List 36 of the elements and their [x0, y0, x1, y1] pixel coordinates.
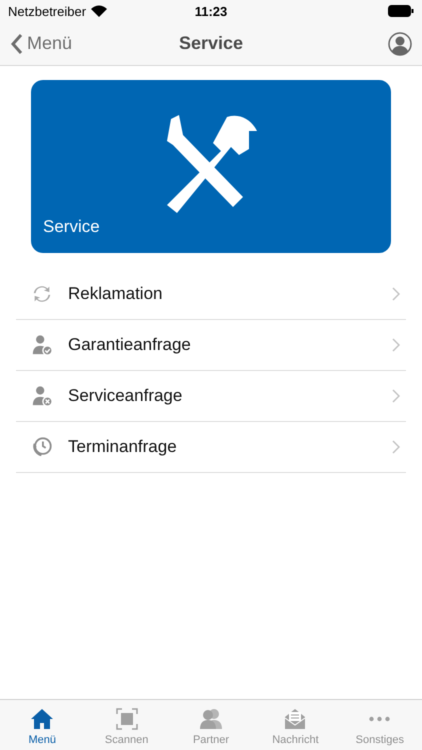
tab-item[interactable]: Nachricht [253, 700, 338, 750]
scan-icon [114, 707, 139, 731]
status-time: 11:23 [194, 4, 228, 18]
envelope-icon [283, 707, 308, 731]
tab-item[interactable]: Menü [0, 700, 84, 750]
row-label: Terminanfrage [68, 437, 178, 457]
tab-item[interactable]: Partner [168, 700, 254, 750]
chevron-left-icon [10, 32, 23, 54]
chevron-right-icon [392, 389, 400, 403]
row-label: Garantieanfrage [68, 335, 192, 355]
carrier-name: Netzbetreiber [8, 4, 86, 18]
tab-item[interactable]: Sonstiges [338, 700, 422, 750]
wifi-icon [91, 5, 108, 17]
tab-item[interactable]: Scannen [84, 700, 169, 750]
back-link[interactable]: Menü [10, 32, 72, 54]
chevron-right-icon [392, 287, 400, 301]
clock-phone-icon [31, 436, 53, 458]
chevron-right-icon [392, 440, 400, 454]
page-title: Service [178, 33, 244, 54]
menu-row[interactable]: Garantieanfrage [16, 320, 406, 371]
service-banner[interactable]: Service [31, 80, 391, 253]
banner-label: Service [43, 217, 100, 237]
home-icon [30, 707, 54, 731]
menu-row[interactable]: Reklamation [16, 269, 406, 320]
user-check-icon [31, 334, 53, 356]
chevron-right-icon [392, 338, 400, 352]
row-label: Serviceanfrage [68, 386, 184, 406]
refresh-icon [31, 283, 53, 305]
menu-row[interactable]: Serviceanfrage [16, 371, 406, 422]
more-icon [369, 716, 390, 722]
profile-icon[interactable] [388, 32, 412, 56]
people-icon [199, 707, 224, 731]
battery-icon [388, 5, 414, 17]
menu-row[interactable]: Terminanfrage [16, 422, 406, 473]
row-label: Reklamation [68, 284, 164, 304]
user-remove-icon [31, 385, 53, 407]
